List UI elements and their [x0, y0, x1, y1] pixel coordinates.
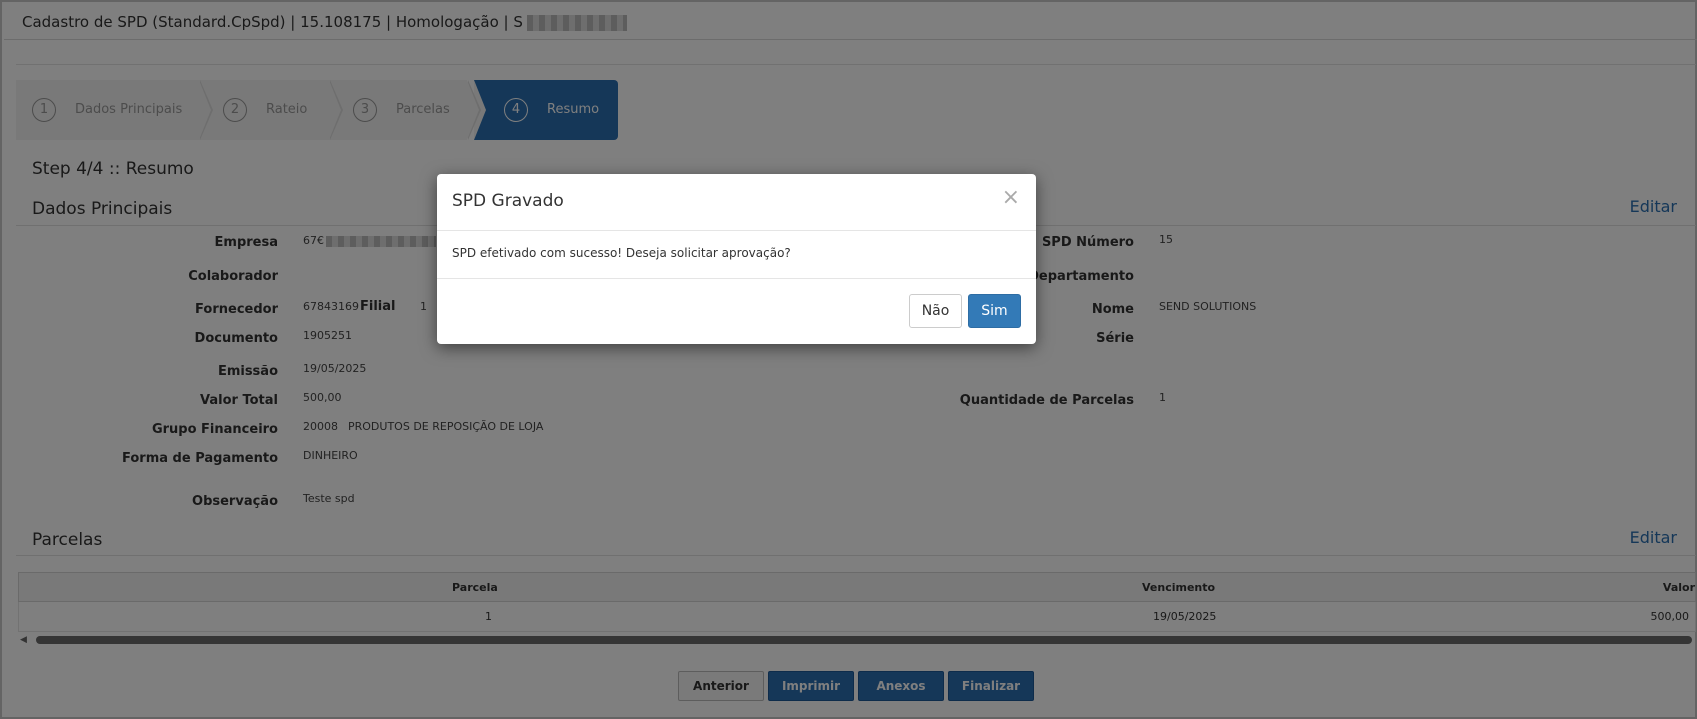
nao-button[interactable]: Não: [909, 294, 962, 328]
close-icon[interactable]: ×: [1002, 187, 1020, 209]
modal-message: SPD efetivado com sucesso! Deseja solici…: [452, 246, 791, 260]
modal-backdrop[interactable]: [0, 0, 1697, 719]
modal-header: SPD Gravado ×: [437, 174, 1036, 231]
spd-gravado-dialog: SPD Gravado × SPD efetivado com sucesso!…: [437, 174, 1036, 344]
modal-title: SPD Gravado: [452, 191, 564, 211]
sim-button[interactable]: Sim: [968, 294, 1021, 328]
divider: [437, 278, 1036, 279]
